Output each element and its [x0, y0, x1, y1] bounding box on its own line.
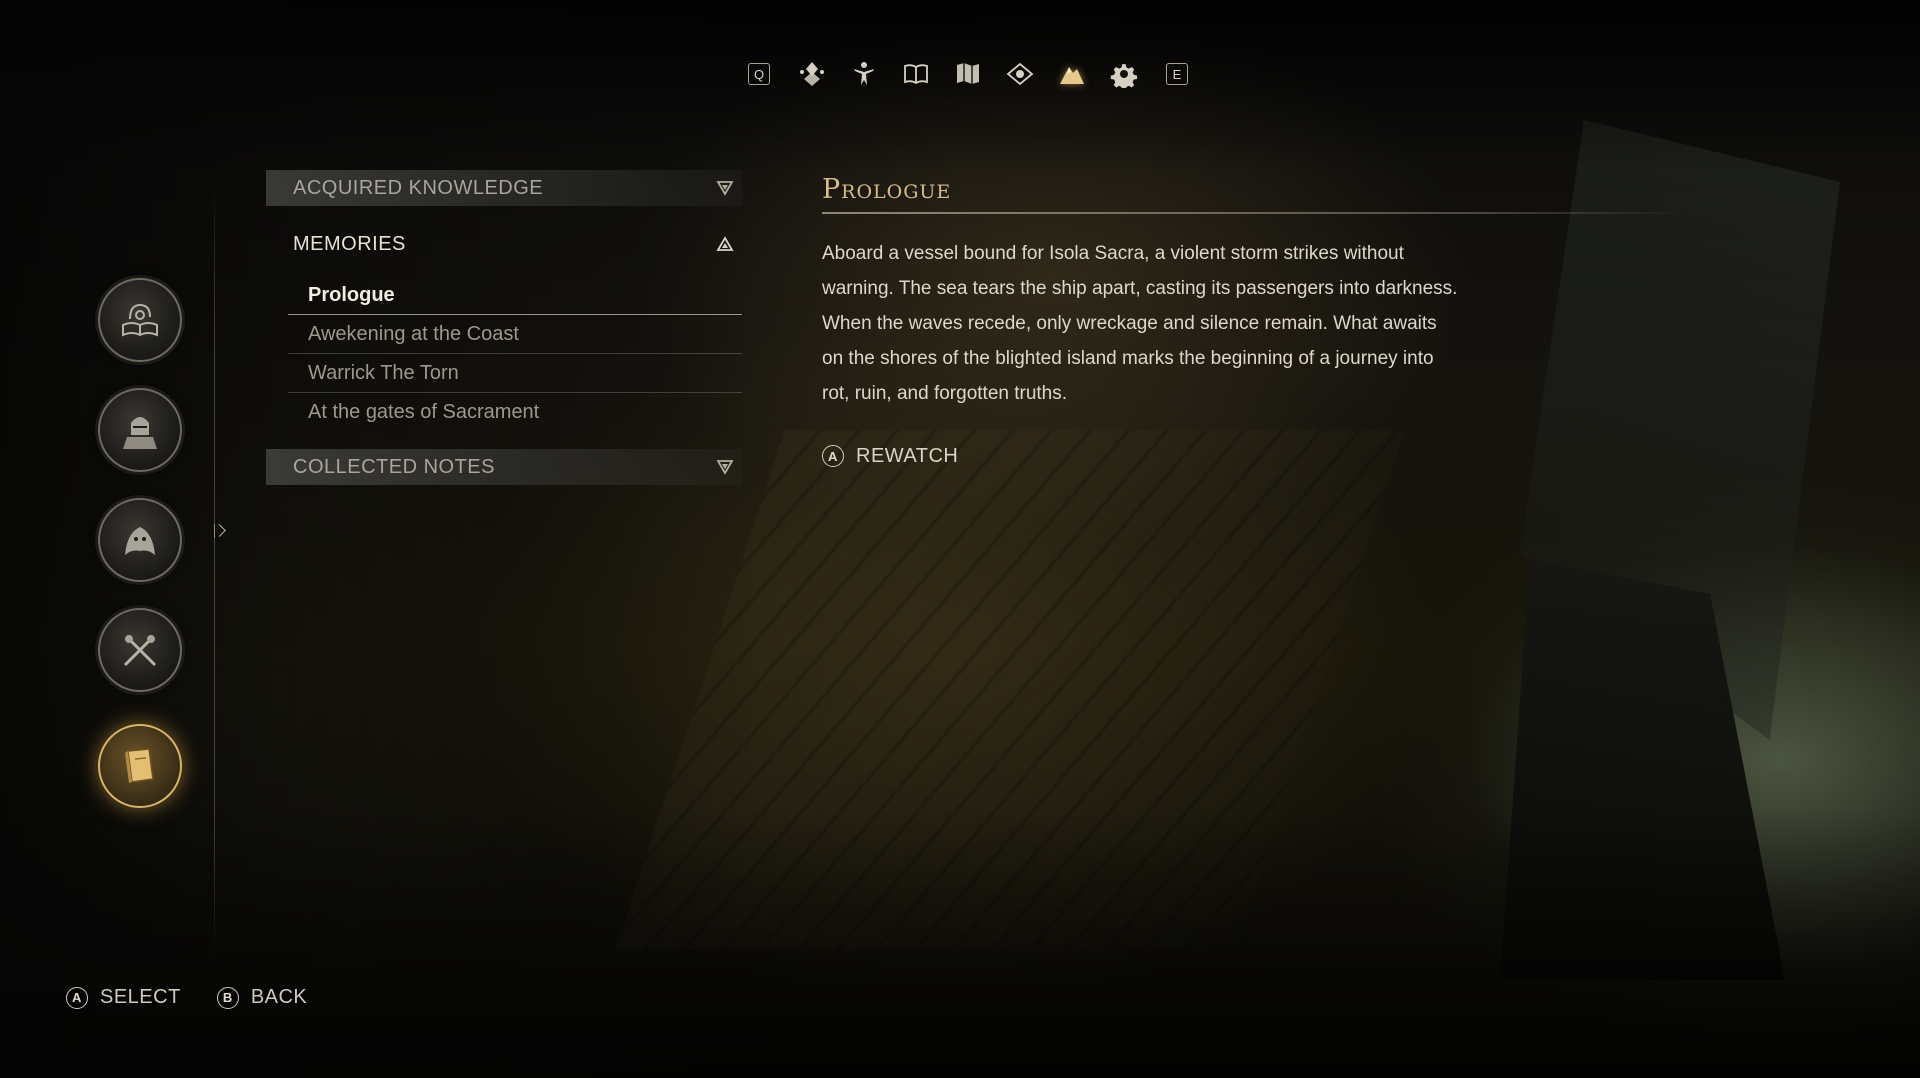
detail-title: Prologue	[822, 174, 952, 205]
eye-icon[interactable]	[994, 56, 1046, 92]
memories-header[interactable]: MEMORIES	[266, 222, 742, 266]
detail-description: Aboard a vessel bound for Isola Sacra, a…	[822, 242, 1458, 404]
collapse-triangle-icon	[716, 236, 734, 251]
nav-prev-key[interactable]: Q	[748, 63, 770, 85]
nav-next-key[interactable]: E	[1166, 63, 1188, 85]
beast-icon	[125, 527, 155, 555]
back-prompt[interactable]: B BACK	[216, 986, 308, 1009]
a-button-icon: A	[66, 986, 88, 1009]
mountain-knowledge-icon[interactable]	[1046, 56, 1098, 92]
tome-book-icon	[125, 748, 154, 783]
back-label: BACK	[250, 986, 308, 1008]
collected-notes-label: COLLECTED NOTES	[293, 455, 495, 478]
detail-divider	[822, 212, 1682, 214]
acquired-knowledge-header[interactable]: ACQUIRED KNOWLEDGE	[266, 170, 742, 206]
memories-list: Prologue Awekening at the Coast Warrick …	[266, 276, 742, 431]
expand-triangle-icon	[716, 181, 734, 196]
memory-item-awekening-at-the-coast[interactable]: Awekening at the Coast	[288, 315, 742, 354]
gear-icon[interactable]	[1098, 56, 1150, 92]
character-icon[interactable]	[838, 56, 890, 92]
lore-book-icon	[122, 303, 158, 337]
rewatch-button[interactable]: A REWATCH	[822, 445, 1682, 468]
button-prompts: A SELECT B BACK	[66, 986, 307, 1009]
collected-notes-header[interactable]: COLLECTED NOTES	[266, 449, 742, 485]
acquired-knowledge-label: ACQUIRED KNOWLEDGE	[293, 176, 544, 199]
weapons-medallion[interactable]	[98, 608, 182, 692]
emblem-icon[interactable]	[786, 56, 838, 92]
knowledge-list: ACQUIRED KNOWLEDGE MEMORIES Prologue Awe…	[266, 170, 742, 485]
b-button-icon: B	[216, 986, 239, 1009]
map-icon[interactable]	[942, 56, 994, 92]
crossed-weapons-icon	[123, 635, 157, 667]
side-rail-caret	[214, 524, 225, 538]
rewatch-label: REWATCH	[856, 444, 959, 467]
knight-medallion[interactable]	[98, 388, 182, 472]
select-label: SELECT	[100, 986, 181, 1008]
memory-item-warrick-the-torn[interactable]: Warrick The Torn	[288, 354, 742, 393]
top-nav: Q E	[732, 56, 1204, 92]
background-vignette	[0, 0, 1920, 1078]
memory-item-at-the-gates-of-sacrament[interactable]: At the gates of Sacrament	[288, 393, 742, 431]
beasts-medallion[interactable]	[98, 498, 182, 582]
lore-book-medallion[interactable]	[98, 278, 182, 362]
knight-helmet-icon	[123, 417, 157, 449]
memory-item-prologue[interactable]: Prologue	[288, 276, 742, 315]
a-button-icon: A	[822, 445, 844, 467]
select-prompt[interactable]: A SELECT	[66, 986, 181, 1009]
journal-book-icon[interactable]	[890, 56, 942, 92]
tome-medallion[interactable]	[98, 724, 182, 808]
memories-label: MEMORIES	[293, 232, 406, 255]
side-rail-divider	[214, 180, 215, 960]
memory-detail-panel: Prologue Aboard a vessel bound for Isola…	[822, 170, 1682, 468]
expand-triangle-icon	[716, 460, 734, 475]
